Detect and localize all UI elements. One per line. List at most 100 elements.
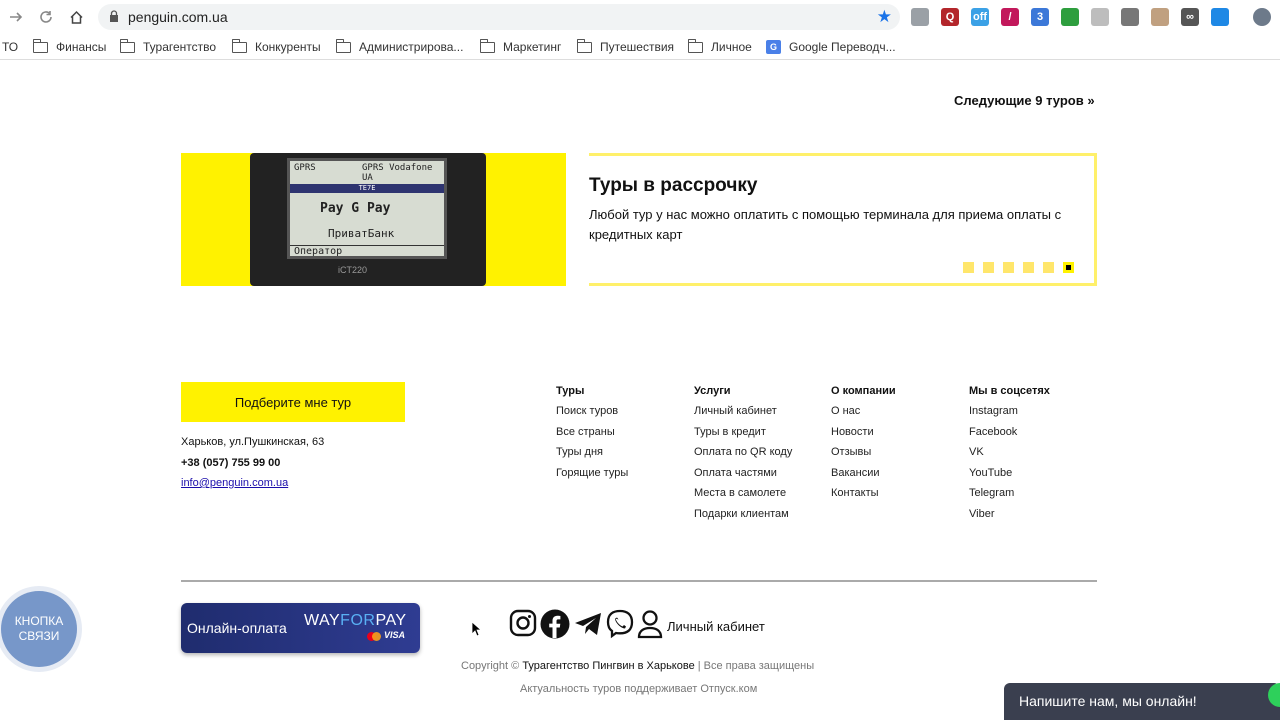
copyright-company-link[interactable]: Турагентство Пингвин в Харькове [522, 660, 694, 672]
wayforpay-logo: WAYFORPAY [304, 612, 407, 629]
folder-icon [120, 38, 135, 53]
terminal-operator-text: GPRS Vodafone UA [362, 163, 433, 183]
footer-link[interactable]: Viber [969, 508, 1050, 529]
slider-dot[interactable] [1063, 262, 1074, 273]
terminal-bank-text: ПриватБанк [328, 227, 395, 240]
footer-column: Мы в соцсетях Instagram Facebook VK YouTube T… [969, 385, 1050, 528]
footer-link[interactable]: О нас [831, 405, 896, 426]
bookmark-label: Турагентство [143, 40, 217, 54]
footer-link[interactable]: Туры дня [556, 446, 628, 467]
footer-column: Туры Поиск туров Все страны Туры дня Горящие… [556, 385, 628, 487]
footer-link[interactable]: Все страны [556, 426, 628, 447]
home-icon[interactable] [66, 7, 86, 27]
bookmark-label: Финансы [56, 40, 107, 54]
bookmark-item[interactable]: Администрирова... [336, 38, 463, 54]
bookmark-label: ТО [2, 40, 19, 54]
bookmark-item[interactable]: ТО [2, 40, 18, 54]
folder-icon [336, 38, 351, 53]
bookmark-label: Личное [711, 40, 752, 54]
bookmark-item[interactable]: Личное [688, 38, 752, 54]
bookmark-item[interactable]: Турагентство [120, 38, 217, 54]
footer-link[interactable]: Контакты [831, 487, 896, 508]
footer-link[interactable]: Вакансии [831, 467, 896, 488]
footer-link[interactable]: Оплата по QR коду [694, 446, 792, 467]
bookmark-label: Путешествия [600, 40, 675, 54]
bookmark-label: Google Переводч... [789, 40, 896, 54]
telegram-icon[interactable] [573, 609, 603, 639]
footer-column-title: Туры [556, 385, 585, 397]
footer-link[interactable]: Места в самолете [694, 487, 792, 508]
slider-dot[interactable] [1023, 262, 1034, 273]
online-payment-banner[interactable]: Онлайн-оплата WAYFORPAY VISA [181, 603, 420, 653]
reload-icon[interactable] [36, 7, 56, 27]
grey-extension-icon[interactable] [1091, 8, 1109, 26]
terminal-screen: GPRS GPRS Vodafone UA TE7E Pay G Pay При… [287, 158, 447, 259]
slider-dot[interactable] [963, 262, 974, 273]
footer-link[interactable]: Отзывы [831, 446, 896, 467]
chat-label: Напишите нам, мы онлайн! [1019, 693, 1197, 709]
footer-link[interactable]: Подарки клиентам [694, 508, 792, 529]
actuality-text: Актуальность туров поддерживает Отпуск.к… [520, 683, 758, 695]
payment-terminal: GPRS GPRS Vodafone UA TE7E Pay G Pay При… [250, 153, 486, 286]
email-link[interactable]: info@penguin.com.ua [181, 477, 288, 489]
viber-icon[interactable] [605, 609, 635, 639]
google-translate-icon: G [766, 40, 781, 54]
terminal-signal-text: GPRS [294, 163, 316, 173]
footer-link[interactable]: Личный кабинет [694, 405, 792, 426]
bookmark-item[interactable]: Конкуренты [232, 38, 321, 54]
footer-link[interactable]: Telegram [969, 487, 1050, 508]
chat-widget[interactable]: Напишите нам, мы онлайн! [1004, 683, 1280, 720]
find-tour-button[interactable]: Подберите мне тур [181, 382, 405, 422]
bookmark-item[interactable]: Путешествия [577, 38, 675, 54]
globe-extension-icon[interactable] [911, 8, 929, 26]
forward-icon[interactable] [6, 7, 26, 27]
shield-extension-icon[interactable] [1211, 8, 1229, 26]
phone-text[interactable]: +38 (057) 755 99 00 [181, 457, 280, 469]
off-extension-icon[interactable]: off [971, 8, 989, 26]
terminal-model: iCT220 [338, 265, 368, 275]
wa-extension-icon[interactable]: 3 [1031, 8, 1049, 26]
cabinet-link[interactable]: Личный кабинет [667, 619, 765, 634]
bookmark-item[interactable]: Маркетинг [480, 38, 561, 54]
footer-divider [181, 580, 1097, 582]
footer-link[interactable]: Instagram [969, 405, 1050, 426]
terminal-header: TE7E [290, 184, 444, 193]
browser-toolbar: penguin.com.ua ★ Qoff / 3 ∞ [0, 0, 1280, 35]
pen-extension-icon[interactable]: / [1001, 8, 1019, 26]
mouse-cursor-icon [471, 621, 481, 637]
bookmark-item[interactable]: Финансы [33, 38, 107, 54]
footer-column-title: Мы в соцсетях [969, 385, 1050, 397]
folder-icon [33, 38, 48, 53]
slider-dot[interactable] [1003, 262, 1014, 273]
user-icon[interactable] [637, 609, 667, 639]
face-extension-icon[interactable] [1151, 8, 1169, 26]
address-text: Харьков, ул.Пушкинская, 63 [181, 436, 325, 448]
footer-link[interactable]: Оплата частями [694, 467, 792, 488]
mastercard-icon [367, 632, 381, 641]
instagram-icon[interactable] [509, 609, 539, 639]
footer-link[interactable]: Поиск туров [556, 405, 628, 426]
footer-link[interactable]: VK [969, 446, 1050, 467]
infinity-extension-icon[interactable]: ∞ [1181, 8, 1199, 26]
folder-icon [688, 38, 703, 53]
q-extension-icon[interactable]: Q [941, 8, 959, 26]
contact-button[interactable]: КНОПКА СВЯЗИ [1, 591, 77, 667]
footer-link[interactable]: YouTube [969, 467, 1050, 488]
footer-link[interactable]: Туры в кредит [694, 426, 792, 447]
profile-avatar-icon[interactable] [1253, 8, 1271, 26]
slider-dot[interactable] [983, 262, 994, 273]
terminal-pay-text: Pay G Pay [320, 201, 391, 216]
slider-dot[interactable] [1043, 262, 1054, 273]
facebook-icon[interactable] [540, 609, 570, 639]
puzzle-extension-icon[interactable] [1121, 8, 1139, 26]
online-status-icon [1268, 683, 1280, 707]
address-bar[interactable]: penguin.com.ua ★ [98, 4, 900, 30]
footer-link[interactable]: Новости [831, 426, 896, 447]
footer-link[interactable]: Facebook [969, 426, 1050, 447]
footer-link[interactable]: Горящие туры [556, 467, 628, 488]
bookmark-item[interactable]: G Google Переводч... [766, 40, 896, 54]
next-tours-link[interactable]: Следующие 9 туров » [954, 93, 1095, 108]
bookmark-star-icon[interactable]: ★ [877, 7, 892, 27]
folder-icon [480, 38, 495, 53]
green-extension-icon[interactable] [1061, 8, 1079, 26]
